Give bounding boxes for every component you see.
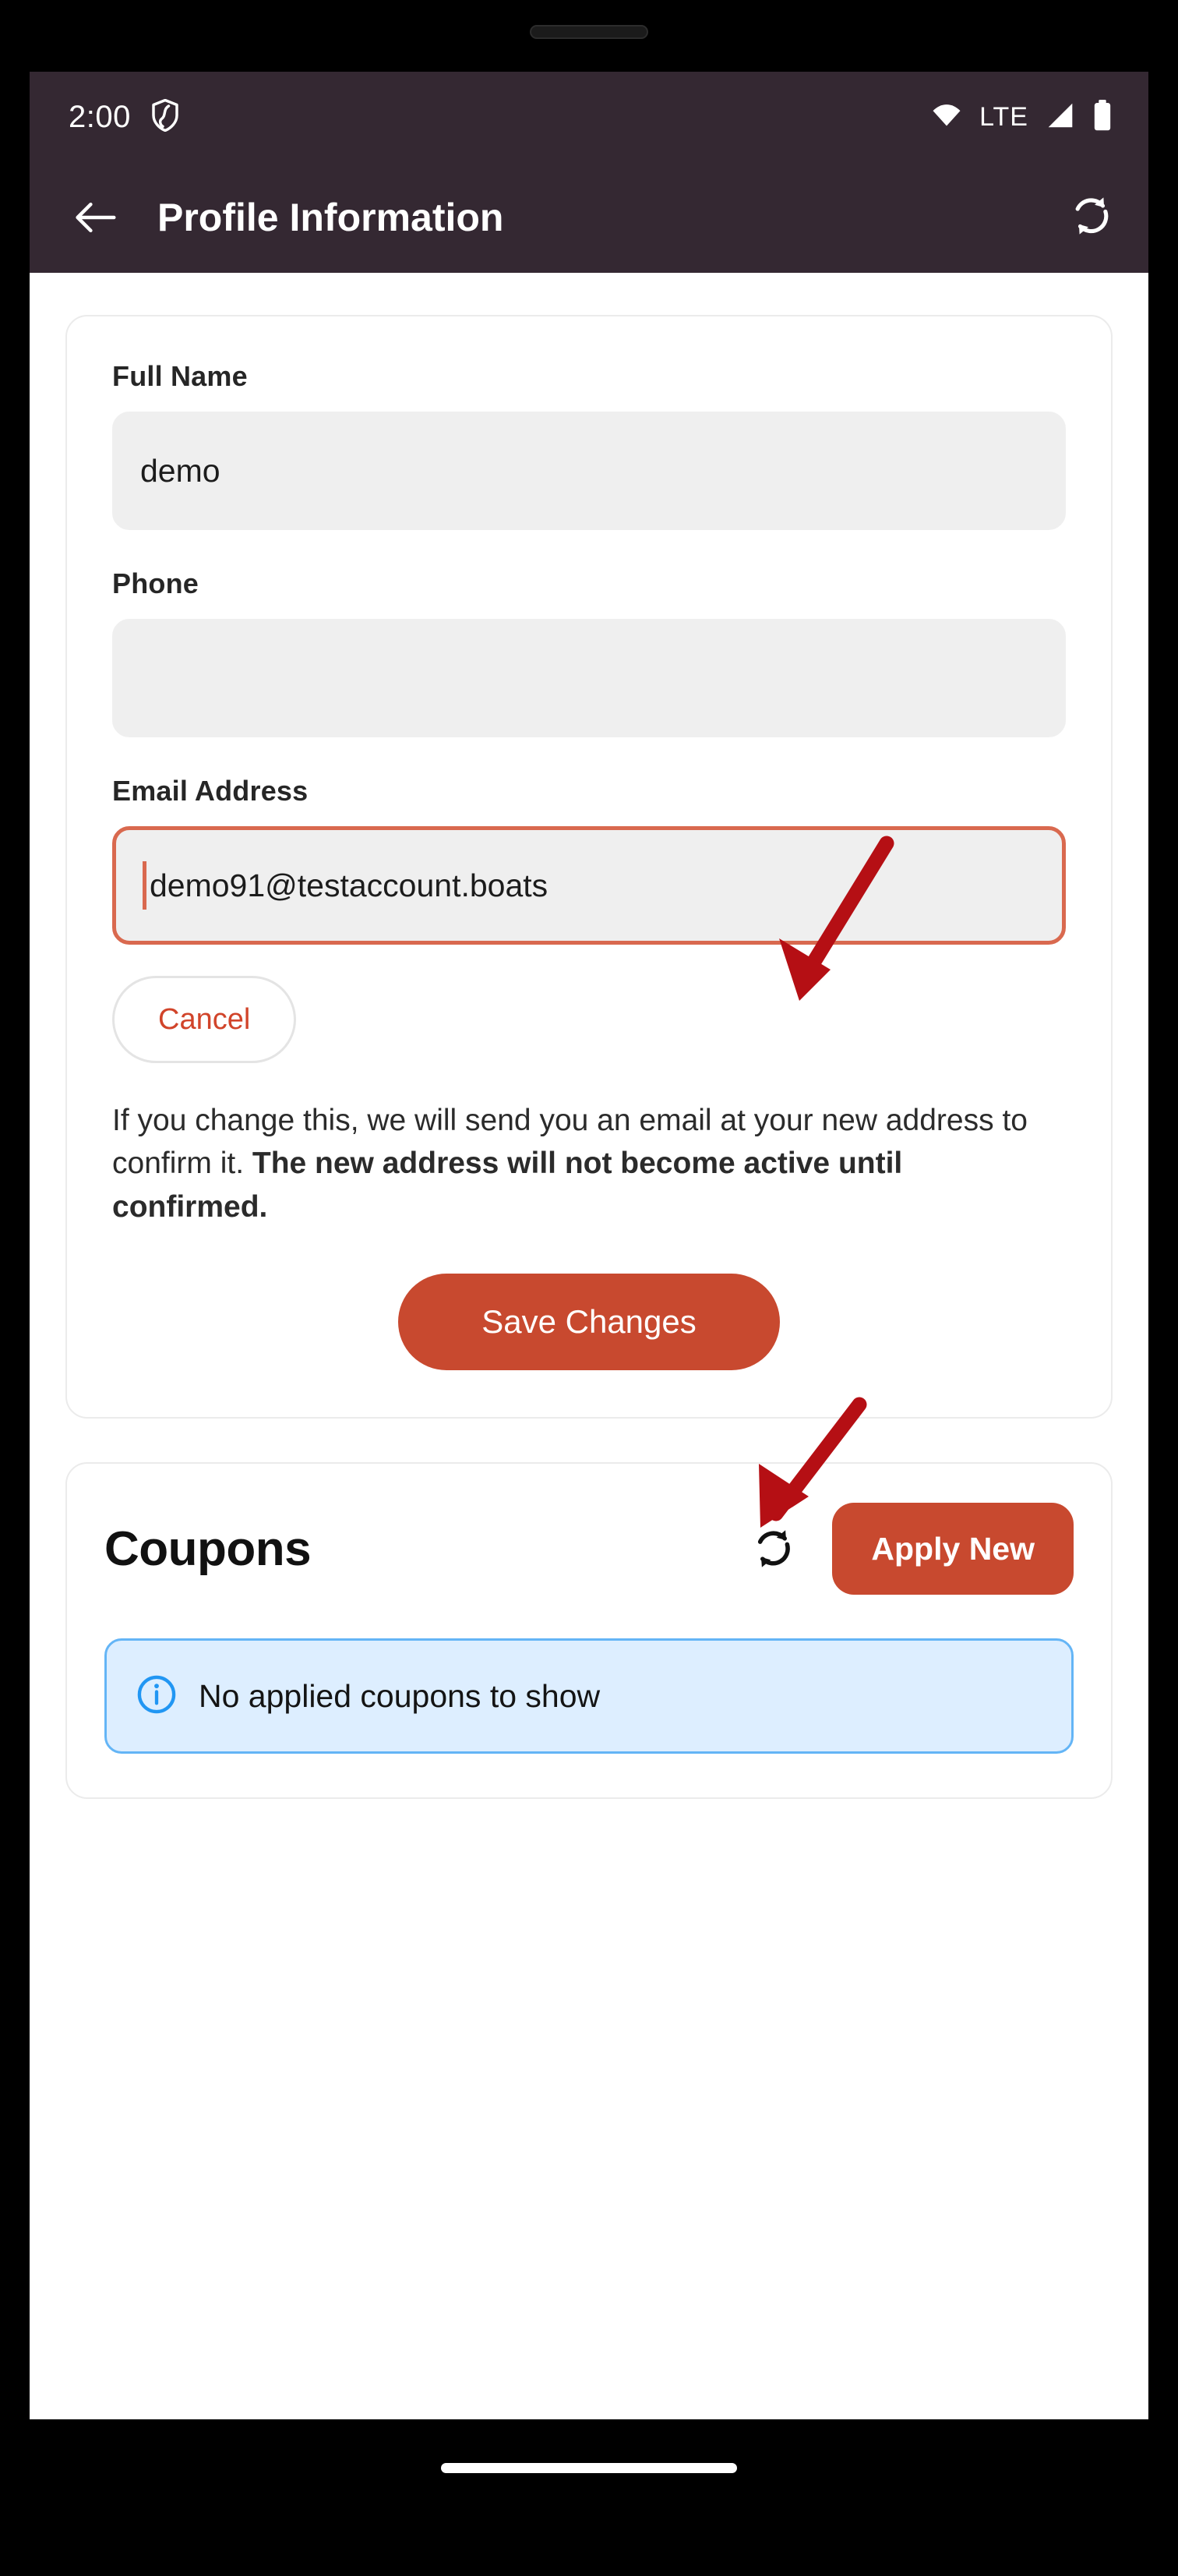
coupons-empty-banner: No applied coupons to show — [104, 1638, 1074, 1754]
back-arrow-icon[interactable] — [73, 200, 117, 235]
phone-frame: 2:00 LTE Profile Information Full Name d… — [0, 0, 1178, 2576]
shield-icon — [151, 98, 179, 136]
email-address-label: Email Address — [112, 775, 309, 807]
save-changes-button[interactable]: Save Changes — [398, 1274, 780, 1371]
status-bar-left: 2:00 — [69, 98, 179, 136]
coupons-card: Coupons Apply New No applied coupons to … — [65, 1462, 1113, 1800]
full-name-input[interactable]: demo — [112, 412, 1066, 530]
page-title: Profile Information — [157, 196, 504, 239]
coupons-empty-text: No applied coupons to show — [199, 1677, 601, 1714]
home-indicator — [441, 2463, 737, 2473]
cancel-button[interactable]: Cancel — [112, 976, 297, 1063]
wifi-icon — [931, 103, 962, 132]
refresh-icon[interactable] — [751, 1525, 796, 1572]
text-cursor — [143, 861, 146, 910]
phone-label: Phone — [112, 567, 199, 599]
coupons-header: Coupons Apply New — [104, 1503, 1074, 1595]
info-icon — [136, 1674, 177, 1719]
app-bar: Profile Information — [30, 162, 1148, 273]
status-clock: 2:00 — [69, 99, 131, 134]
phone-input[interactable] — [112, 619, 1066, 737]
page-content: Full Name demo Phone Email Address demo9… — [30, 273, 1148, 2419]
profile-information-card: Full Name demo Phone Email Address demo9… — [65, 315, 1113, 1419]
full-name-value: demo — [140, 452, 220, 489]
coupons-title: Coupons — [104, 1521, 312, 1576]
full-name-label: Full Name — [112, 360, 248, 392]
status-bar: 2:00 LTE — [30, 72, 1148, 162]
network-type-label: LTE — [979, 101, 1028, 132]
signal-bars-icon — [1046, 102, 1075, 133]
email-address-input[interactable]: demo91@testaccount.boats — [112, 826, 1066, 945]
email-helper-text: If you change this, we will send you an … — [112, 1099, 1066, 1228]
sync-icon[interactable] — [1069, 193, 1114, 242]
phone-screen: 2:00 LTE Profile Information Full Name d… — [30, 72, 1148, 2419]
battery-icon — [1092, 99, 1113, 135]
status-bar-right: LTE — [931, 99, 1113, 135]
speaker-notch — [530, 25, 648, 39]
email-address-value: demo91@testaccount.boats — [150, 867, 548, 903]
apply-new-coupon-button[interactable]: Apply New — [832, 1503, 1074, 1595]
